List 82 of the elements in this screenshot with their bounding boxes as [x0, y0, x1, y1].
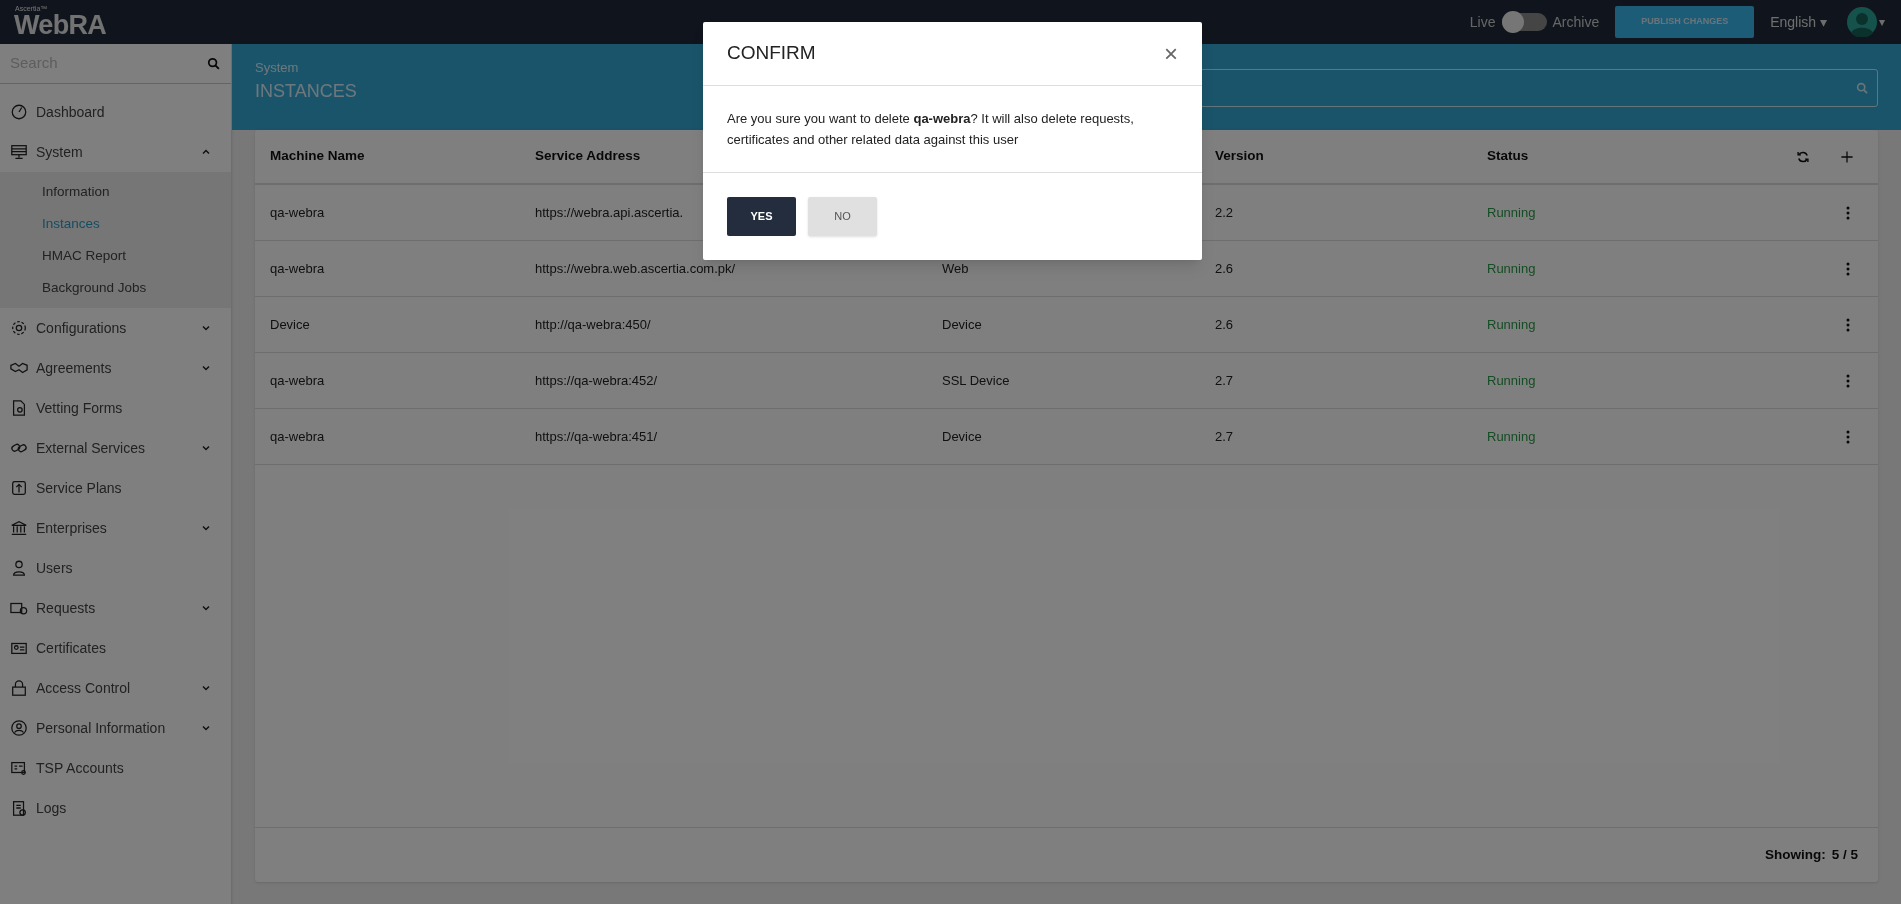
language-dropdown[interactable]: English ▾: [1770, 11, 1827, 33]
table-cell-text: Device: [270, 315, 310, 334]
submenu-item[interactable]: Background Jobs: [0, 272, 231, 304]
status-text: Running: [1487, 315, 1536, 334]
dialog-message: Are you sure you want to delete qa-webra? It will also delete requests, certificates and other related data against this user: [727, 110, 1135, 149]
more-icon[interactable]: [1846, 373, 1850, 388]
more-icon[interactable]: [1846, 205, 1850, 220]
more-icon[interactable]: [1846, 429, 1850, 444]
sidebar-item[interactable]: Vetting Forms: [0, 388, 231, 428]
submenu-item[interactable]: HMAC Report: [0, 240, 231, 272]
monitor-icon: [10, 143, 28, 161]
product-logo: WebRA: [14, 12, 107, 39]
refresh-icon[interactable]: [1796, 149, 1810, 164]
breadcrumb: System: [255, 59, 300, 77]
sidebar-item[interactable]: Users: [0, 548, 231, 588]
sidebar-item[interactable]: Access Control: [0, 668, 231, 708]
sidebar-item[interactable]: Requests: [0, 588, 231, 628]
column-header: Machine Name: [270, 147, 365, 166]
table-cell-text: 2.6: [1215, 315, 1234, 334]
status-text: Running: [1487, 427, 1536, 446]
submenu-item[interactable]: Information: [0, 176, 231, 208]
sidebar-item[interactable]: TSP Accounts: [0, 748, 231, 788]
column-header: Status: [1487, 147, 1529, 166]
sidebar-item[interactable]: Dashboard: [0, 92, 231, 132]
status-text: Running: [1487, 371, 1536, 390]
sidebar-item[interactable]: Personal Information: [0, 708, 231, 748]
table-cell-text: qa-webra: [270, 371, 325, 390]
caret-icon[interactable]: ▾: [1879, 13, 1885, 31]
table-cell-text: 2.7: [1215, 371, 1234, 390]
live-label: Live: [1469, 12, 1496, 32]
page-title: INSTANCES: [255, 79, 358, 103]
user-circle-icon: [10, 719, 28, 737]
search-icon: [207, 56, 221, 71]
bank-icon: [10, 519, 28, 537]
status-text: Running: [1487, 203, 1536, 222]
sidebar-item[interactable]: Logs: [0, 788, 231, 828]
row-count: 5 / 5: [1831, 845, 1858, 864]
table-cell-text: 2.7: [1215, 427, 1234, 446]
sidebar-item[interactable]: System: [0, 132, 231, 172]
yes-button[interactable]: YES: [727, 197, 796, 236]
more-icon[interactable]: [1846, 317, 1850, 332]
archive-label: Archive: [1552, 12, 1600, 32]
close-button[interactable]: ×: [1164, 41, 1178, 66]
column-header: Service Address: [535, 147, 641, 166]
table-cell-text: https://webra.api.ascertia.: [535, 203, 684, 222]
table-cell-text: https://webra.web.ascertia.com.pk/: [535, 259, 736, 278]
mode-toggle[interactable]: [1501, 13, 1547, 31]
gear-icon: [10, 319, 28, 337]
table-cell-text: 2.6: [1215, 259, 1234, 278]
table-cell-text: Device: [942, 315, 982, 334]
upload-box-icon: [10, 479, 28, 497]
sidebar-item[interactable]: Enterprises: [0, 508, 231, 548]
showing-label: Showing:: [1764, 845, 1826, 864]
submenu-item[interactable]: Instances: [0, 208, 231, 240]
table-cell-text: SSL Device: [942, 371, 1010, 390]
sidebar-item[interactable]: Configurations: [0, 308, 231, 348]
table-cell-text: Device: [942, 427, 982, 446]
table-cell-text: https://qa-webra:451/: [535, 427, 658, 446]
table-cell-text: qa-webra: [270, 259, 325, 278]
no-button[interactable]: NO: [808, 197, 877, 236]
lock-icon: [10, 679, 28, 697]
search-icon: [1856, 81, 1869, 95]
table-cell-text: http://qa-webra:450/: [535, 315, 651, 334]
sidebar-item[interactable]: Agreements: [0, 348, 231, 388]
more-icon[interactable]: [1846, 261, 1850, 276]
card-search-icon: [10, 759, 28, 777]
table-cell-text: qa-webra: [270, 427, 325, 446]
sidebar-item[interactable]: External Services: [0, 428, 231, 468]
status-text: Running: [1487, 259, 1536, 278]
table-cell-text: https://qa-webra:452/: [535, 371, 658, 390]
clipboard-icon: [10, 799, 28, 817]
table-cell-text: 2.2: [1215, 203, 1234, 222]
column-header: Version: [1215, 147, 1264, 166]
user-icon: [10, 559, 28, 577]
sidebar-item[interactable]: Certificates: [0, 628, 231, 668]
dialog-title: CONFIRM: [727, 41, 816, 66]
add-icon[interactable]: [1840, 149, 1854, 164]
table-cell-text: Web: [942, 259, 969, 278]
document-icon: [10, 399, 28, 417]
gauge-icon: [10, 103, 28, 121]
table-cell-text: qa-webra: [270, 203, 325, 222]
sidebar-item[interactable]: Service Plans: [0, 468, 231, 508]
